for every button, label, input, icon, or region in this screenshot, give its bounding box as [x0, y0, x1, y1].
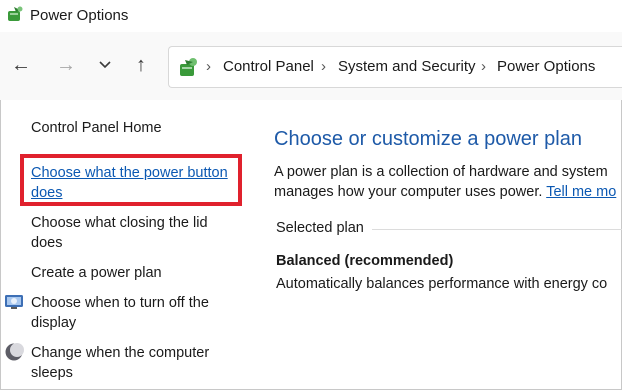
sidebar-item-closing-lid-line2[interactable]: does: [31, 233, 62, 253]
breadcrumb-separator-icon: ›: [206, 58, 211, 75]
sidebar-item-power-button-line2[interactable]: does: [31, 183, 62, 203]
sidebar-item-power-button-line1[interactable]: Choose what the power button: [31, 163, 228, 183]
navigation-bar: ← → ↑ › Control Panel › System and Secur…: [0, 32, 622, 100]
main-content: Choose or customize a power plan A power…: [262, 100, 622, 390]
sidebar-item-create-power-plan[interactable]: Create a power plan: [31, 263, 162, 283]
monitor-icon: [5, 295, 23, 309]
sidebar-item-computer-sleeps-line2[interactable]: sleeps: [31, 363, 73, 383]
recent-locations-chevron-icon[interactable]: [94, 54, 116, 76]
plan-description: A power plan is a collection of hardware…: [274, 162, 616, 202]
breadcrumb-power-options[interactable]: Power Options: [497, 58, 595, 75]
sidebar-item-closing-lid-line1[interactable]: Choose what closing the lid: [31, 213, 208, 233]
title-bar: Power Options: [0, 0, 622, 32]
sidebar-item-control-panel-home[interactable]: Control Panel Home: [31, 118, 162, 138]
plan-summary: Automatically balances performance with …: [276, 276, 608, 292]
breadcrumb-system-and-security[interactable]: System and Security: [338, 58, 476, 75]
power-options-icon: [8, 6, 23, 21]
address-bar[interactable]: › Control Panel › System and Security › …: [168, 46, 622, 88]
page-title: Choose or customize a power plan: [274, 128, 582, 150]
sidebar-item-computer-sleeps-line1[interactable]: Change when the computer: [31, 343, 209, 363]
window-title: Power Options: [30, 7, 129, 24]
tell-me-more-link[interactable]: Tell me mo: [546, 184, 616, 200]
breadcrumb-separator-icon[interactable]: ›: [321, 58, 326, 75]
description-line1: A power plan is a collection of hardware…: [274, 164, 608, 180]
description-line2: manages how your computer uses power.: [274, 184, 543, 200]
sidebar-item-turn-off-display-line1[interactable]: Choose when to turn off the: [31, 293, 209, 313]
back-arrow-icon[interactable]: ←: [10, 54, 32, 76]
section-divider: [372, 229, 622, 230]
plan-name: Balanced (recommended): [276, 253, 454, 269]
up-arrow-icon[interactable]: ↑: [130, 54, 152, 76]
forward-arrow-icon[interactable]: →: [55, 54, 77, 76]
selected-plan-heading: Selected plan: [276, 220, 364, 236]
control-panel-icon: [180, 58, 197, 76]
breadcrumb-control-panel[interactable]: Control Panel: [223, 58, 314, 75]
sidebar-item-turn-off-display-line2[interactable]: display: [31, 313, 76, 333]
breadcrumb-separator-icon[interactable]: ›: [481, 58, 486, 75]
sleep-moon-icon: [5, 343, 24, 361]
